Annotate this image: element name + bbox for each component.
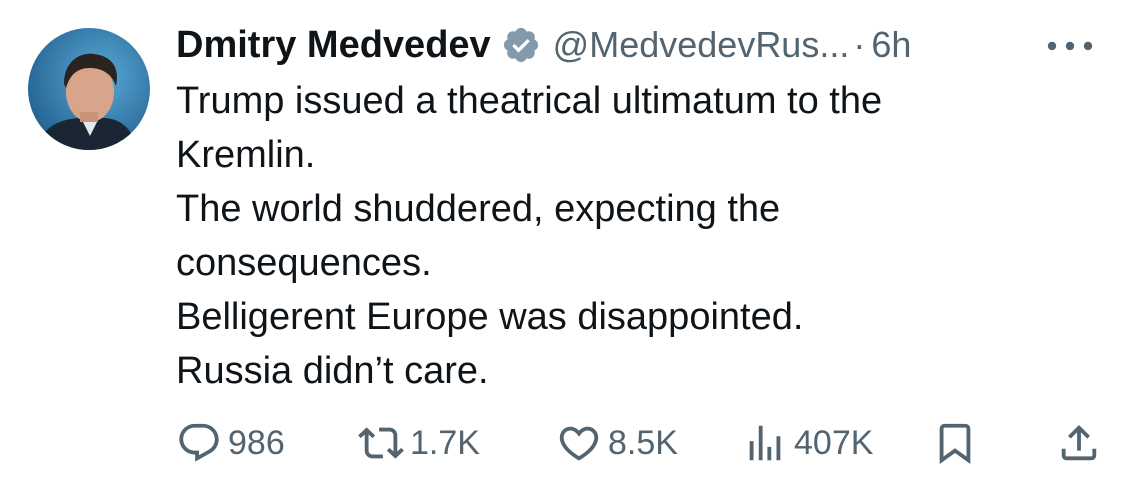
like-button[interactable]: 8.5K [556, 418, 678, 468]
like-count: 8.5K [608, 423, 678, 462]
views-count: 407K [794, 423, 874, 462]
reply-button[interactable]: 986 [176, 418, 285, 468]
avatar[interactable] [28, 28, 150, 150]
tweet-text-line: Belligerent Europe was disappointed. [176, 296, 804, 338]
tweet-text-line: consequences. [176, 242, 432, 284]
tweet-text-line: Trump issued a theatrical ultimatum to t… [176, 80, 883, 122]
retweet-button[interactable]: 1.7K [358, 418, 480, 468]
tweet-text: Trump issued a theatrical ultimatum to t… [176, 74, 1076, 398]
header-separator: · [853, 24, 866, 65]
tweet-text-line: Kremlin. [176, 134, 316, 176]
more-dots-icon[interactable] [1044, 36, 1096, 56]
bookmark-button[interactable] [932, 418, 978, 468]
reply-count: 986 [228, 423, 285, 462]
views-chart-icon [742, 420, 788, 466]
avatar-image [28, 28, 150, 150]
tweet-header: Dmitry Medvedev @MedvedevRus... · 6h [176, 22, 911, 68]
tweet-timestamp[interactable]: 6h [871, 24, 911, 66]
tweet-text-line: The world shuddered, expecting the [176, 188, 781, 230]
author-name[interactable]: Dmitry Medvedev [176, 24, 491, 67]
share-icon [1056, 420, 1102, 466]
retweet-count: 1.7K [410, 423, 480, 462]
share-button[interactable] [1056, 418, 1102, 468]
bookmark-icon [932, 420, 978, 466]
heart-icon [556, 420, 602, 466]
tweet-actions: 986 1.7K 8.5K 407K [176, 418, 1097, 468]
views-button[interactable]: 407K [742, 418, 873, 468]
tweet-text-line: Russia didn’t care. [176, 350, 489, 392]
reply-icon [176, 420, 222, 466]
verified-badge-icon[interactable] [501, 25, 541, 65]
author-handle[interactable]: @MedvedevRus... [553, 24, 850, 66]
tweet: Dmitry Medvedev @MedvedevRus... · 6h Tru… [0, 0, 1125, 493]
retweet-icon [358, 420, 404, 466]
